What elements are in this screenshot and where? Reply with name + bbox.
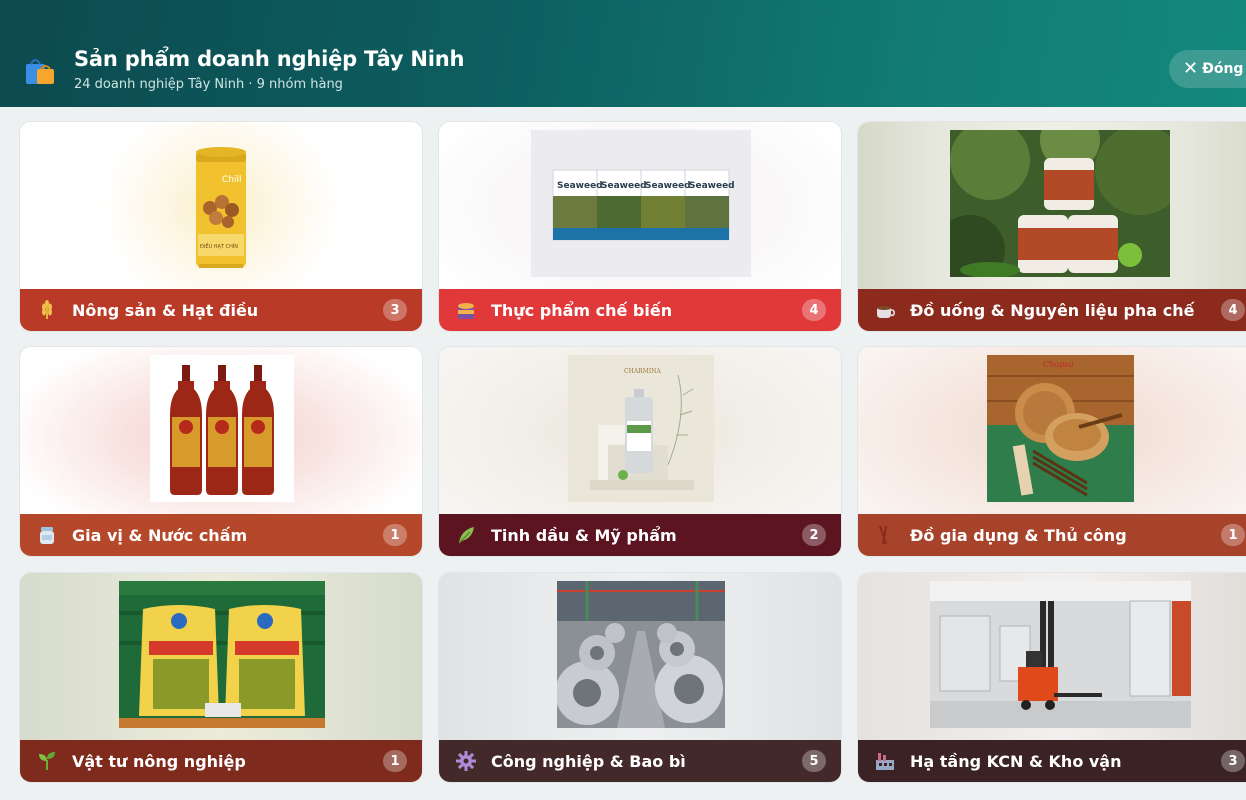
- category-bar: Đồ gia dụng & Thủ công 1: [858, 514, 1246, 556]
- chopsticks-icon: [874, 524, 896, 546]
- category-card-vat-tu[interactable]: Vật tư nông nghiệp 1: [19, 572, 423, 783]
- page-title: Sản phẩm doanh nghiệp Tây Ninh: [74, 47, 465, 71]
- category-count-badge: 5: [802, 750, 826, 772]
- page-subtitle: 24 doanh nghiệp Tây Ninh · 9 nhóm hàng: [74, 77, 343, 92]
- product-image-cashew: Chill ĐIỀU HẠT CHÍN: [196, 147, 246, 268]
- category-card-ha-tang[interactable]: Hạ tầng KCN & Kho vận 3: [857, 572, 1246, 783]
- coffee-cup-icon: [874, 299, 896, 321]
- jar-icon: [36, 524, 58, 546]
- category-count-badge: 2: [802, 524, 826, 546]
- product-image-warehouse: [930, 581, 1191, 728]
- pack-label: ĐIỀU HẠT CHÍN: [200, 242, 238, 250]
- factory-icon: [874, 750, 896, 772]
- product-image-steel-coils: [557, 581, 725, 728]
- box-text: Seaweed: [557, 181, 603, 191]
- category-count-badge: 4: [1221, 299, 1245, 321]
- product-image-coffee-jars: [950, 130, 1170, 277]
- box-text: Seaweed: [601, 181, 647, 191]
- category-count-badge: 4: [802, 299, 826, 321]
- leaf-icon: [455, 524, 477, 546]
- close-icon: ✕: [1183, 58, 1199, 79]
- category-card-thuc-pham[interactable]: Seaweed Seaweed Seaweed Seaweed Thực phẩ…: [438, 121, 842, 332]
- category-label: Tinh dầu & Mỹ phẩm: [491, 525, 677, 545]
- pack-text: Chill: [222, 175, 242, 185]
- category-bar: Hạ tầng KCN & Kho vận 3: [858, 740, 1246, 782]
- category-count-badge: 3: [383, 299, 407, 321]
- category-label: Hạ tầng KCN & Kho vận: [910, 751, 1122, 771]
- category-bar: Thực phẩm chế biến 4: [439, 289, 841, 331]
- product-image-essential-oil: CHARMINA: [568, 355, 714, 502]
- product-image-fish-sauce: [150, 355, 294, 502]
- brand-text: CHARMINA: [624, 368, 661, 375]
- category-count-badge: 1: [383, 524, 407, 546]
- close-label: Đóng: [1202, 61, 1244, 77]
- box-text: Seaweed: [689, 181, 735, 191]
- category-card-nong-san[interactable]: Chill ĐIỀU HẠT CHÍN Nông sản & Hạt điều …: [19, 121, 423, 332]
- category-card-cong-nghiep[interactable]: Công nghiệp & Bao bì 5: [438, 572, 842, 783]
- wheat-icon: [36, 299, 58, 321]
- category-card-gia-dung[interactable]: Chopsu Đồ gia dụng & Thủ công 1: [857, 346, 1246, 557]
- category-label: Công nghiệp & Bao bì: [491, 751, 686, 771]
- page-header: Sản phẩm doanh nghiệp Tây Ninh 24 doanh …: [0, 0, 1246, 107]
- brand-text: Chopsu: [1043, 360, 1073, 369]
- category-card-tinh-dau[interactable]: CHARMINA Tinh dầu & Mỹ phẩm 2: [438, 346, 842, 557]
- category-card-gia-vi[interactable]: Gia vị & Nước chấm 1: [19, 346, 423, 557]
- category-bar: Vật tư nông nghiệp 1: [20, 740, 422, 782]
- category-count-badge: 1: [383, 750, 407, 772]
- close-button[interactable]: ✕ Đóng: [1169, 50, 1246, 88]
- category-label: Đồ uống & Nguyên liệu pha chế: [910, 300, 1195, 320]
- product-image-seaweed: Seaweed Seaweed Seaweed Seaweed: [531, 130, 751, 277]
- category-count-badge: 1: [1221, 524, 1245, 546]
- category-label: Vật tư nông nghiệp: [72, 751, 246, 771]
- product-image-bamboo-kitchenware: Chopsu: [987, 355, 1134, 502]
- category-count-badge: 3: [1221, 750, 1245, 772]
- category-label: Nông sản & Hạt điều: [72, 300, 259, 320]
- canned-food-icon: [455, 299, 477, 321]
- category-bar: Đồ uống & Nguyên liệu pha chế 4: [858, 289, 1246, 331]
- category-card-do-uong[interactable]: Đồ uống & Nguyên liệu pha chế 4: [857, 121, 1246, 332]
- category-bar: Tinh dầu & Mỹ phẩm 2: [439, 514, 841, 556]
- seedling-icon: [36, 750, 58, 772]
- gear-icon: [455, 750, 477, 772]
- shopping-bags-icon: [24, 56, 56, 86]
- product-image-rice-bags: [119, 581, 325, 728]
- category-label: Gia vị & Nước chấm: [72, 525, 248, 545]
- category-bar: Công nghiệp & Bao bì 5: [439, 740, 841, 782]
- category-bar: Nông sản & Hạt điều 3: [20, 289, 422, 331]
- box-text: Seaweed: [645, 181, 691, 191]
- category-bar: Gia vị & Nước chấm 1: [20, 514, 422, 556]
- category-label: Thực phẩm chế biến: [491, 300, 673, 320]
- category-label: Đồ gia dụng & Thủ công: [910, 525, 1127, 545]
